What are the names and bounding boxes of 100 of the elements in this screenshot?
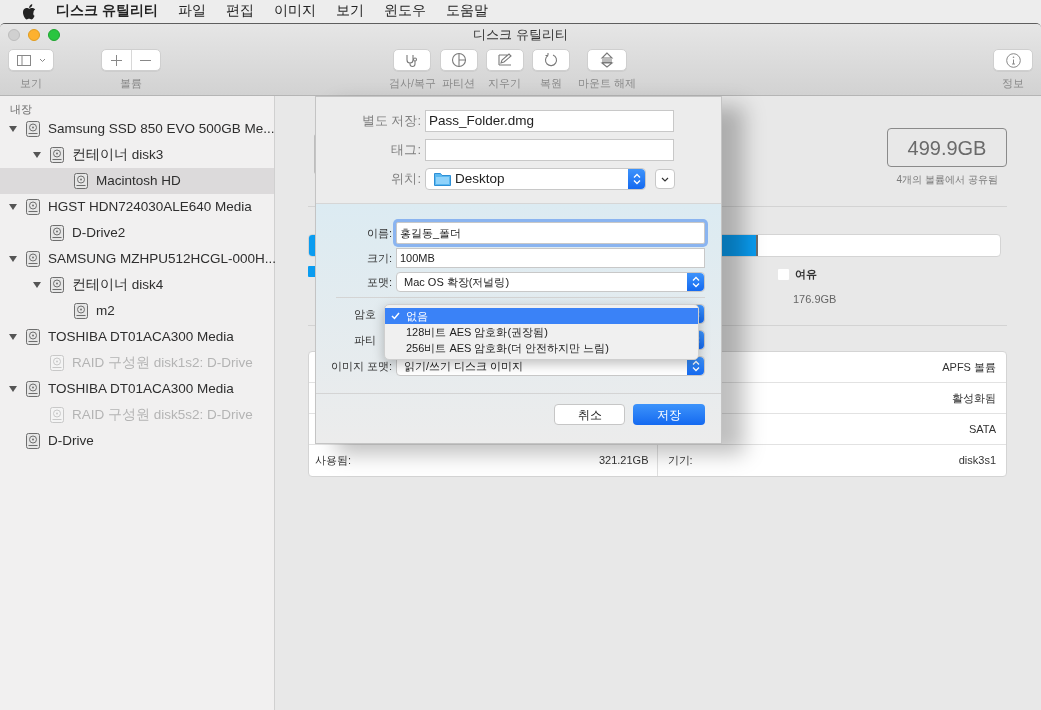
info-value: 활성화됨 (952, 390, 996, 406)
sidebar-section-title: 내장 (9, 102, 33, 116)
menu-item[interactable]: 이미지 (273, 1, 316, 22)
disclosure-triangle-icon[interactable] (8, 124, 18, 134)
field-label: 암호 (354, 306, 376, 322)
sidebar-item[interactable]: 컨테이너 disk3 (0, 142, 274, 168)
item-label: D-Drive2 (72, 223, 126, 242)
disclosure-triangle-icon[interactable] (8, 384, 18, 394)
info-label: 사용됨: (315, 453, 352, 469)
sidebar-item[interactable]: 컨테이너 disk4 (0, 272, 274, 298)
format-popup[interactable]: Mac OS 확장(저널링) (396, 272, 705, 292)
disclosure-triangle-icon[interactable] (8, 202, 18, 212)
window-title: 디스크 유틸리티 (473, 26, 568, 45)
field-label: 이름: (365, 225, 392, 241)
field-label: 태그: (390, 141, 421, 160)
info-value: disk3s1 (958, 453, 996, 469)
menu-item[interactable]: 윈도우 (383, 1, 426, 22)
size-field[interactable]: 100MB (396, 248, 705, 268)
menu-option[interactable]: 128비트 AES 암호화(권장됨) (385, 324, 698, 340)
toolbar-button[interactable] (393, 49, 432, 71)
disclosure-triangle-icon[interactable] (8, 254, 18, 264)
info-value: SATA (968, 421, 996, 437)
info-label: 기기: (667, 453, 693, 469)
item-label: RAID 구성원 disk5s2: D-Drive (72, 405, 253, 424)
item-label: SAMSUNG MZHPU512HCGL-000H... (48, 249, 277, 268)
popup-value: Mac OS 확장(저널링) (403, 274, 511, 290)
item-label: 컨테이너 disk3 (72, 145, 164, 164)
popup-value: 읽기/쓰기 디스크 이미지 (403, 358, 525, 374)
toolbar-label: 마운트 해제 (577, 76, 636, 91)
capacity-box: 499.9GB (887, 128, 1007, 167)
plus-icon (110, 54, 122, 66)
info-value: APFS 볼륨 (942, 359, 996, 375)
save-button[interactable]: 저장 (633, 404, 705, 425)
sidebar-item[interactable]: D-Drive (0, 428, 274, 454)
toolbar-label: 볼륨 (120, 76, 142, 91)
name-field[interactable]: 홍길동_폴더 (396, 222, 705, 244)
menu-item[interactable]: 파일 (177, 1, 206, 22)
chevron-down-icon (38, 57, 46, 63)
toolbar-button[interactable] (586, 49, 627, 71)
eject-icon (598, 52, 615, 68)
cancel-button[interactable]: 취소 (554, 404, 625, 425)
info-icon (1005, 52, 1021, 68)
sidebar-item[interactable]: D-Drive2 (0, 220, 274, 246)
item-label: m2 (96, 301, 115, 320)
menu-item[interactable]: 편집 (225, 1, 254, 22)
field-label: 포맷: (365, 274, 392, 290)
toolbar-label: 검사/복구 (389, 76, 436, 91)
toolbar-label: 복원 (539, 76, 562, 91)
menu-item[interactable]: 도움말 (445, 1, 488, 22)
app-menu[interactable]: 디스크 유틸리티 (56, 1, 158, 22)
menu-option[interactable]: 없음 (385, 308, 698, 324)
zoom-button[interactable] (48, 29, 60, 41)
toolbar-button[interactable] (485, 49, 524, 71)
sidebar-item[interactable]: HGST HDN724030ALE640 Media (0, 194, 274, 220)
item-label: RAID 구성원 disk1s2: D-Drive (72, 353, 253, 372)
field-label: 이미지 포맷: (330, 358, 392, 374)
toolbar-button[interactable] (531, 49, 570, 71)
sidebar-item[interactable]: SAMSUNG MZHPU512HCGL-000H... (0, 246, 274, 272)
restore-icon (542, 52, 559, 68)
field-label: 별도 저장: (360, 112, 421, 131)
toolbar-label: 정보 (1002, 76, 1024, 91)
field-label: 파티 (354, 332, 376, 348)
disclosure-triangle-icon[interactable] (8, 332, 18, 342)
toolbar-button[interactable] (439, 49, 478, 71)
item-label: TOSHIBA DT01ACA300 Media (48, 379, 234, 398)
toolbar-label: 파티션 (442, 76, 476, 91)
pie-icon (450, 52, 467, 68)
sidebar-item[interactable]: TOSHIBA DT01ACA300 Media (0, 324, 274, 350)
sidebar-item[interactable]: Samsung SSD 850 EVO 500GB Me... (0, 116, 274, 142)
expand-button[interactable] (655, 169, 675, 189)
item-label: HGST HDN724030ALE640 Media (48, 197, 252, 216)
sidebar-icon (16, 54, 31, 66)
folder-icon (434, 172, 451, 186)
item-label: 컨테이너 disk4 (72, 275, 164, 294)
text-field[interactable]: Pass_Folder.dmg (425, 110, 674, 132)
sidebar-item[interactable]: Macintosh HD (0, 168, 274, 194)
field-label: 크기: (365, 250, 392, 266)
text-field[interactable] (425, 139, 674, 161)
sidebar-item[interactable]: m2 (0, 298, 274, 324)
stepper-icon (687, 273, 704, 291)
sidebar-item[interactable]: TOSHIBA DT01ACA300 Media (0, 376, 274, 402)
disclosure-triangle-icon[interactable] (32, 150, 42, 160)
checkmark-icon (391, 312, 400, 320)
legend-value: 176.9GB (793, 291, 837, 307)
view-button[interactable] (8, 49, 54, 71)
menu-option[interactable]: 256비트 AES 암호화(더 안전하지만 느림) (385, 340, 698, 356)
pencil-note-icon (496, 52, 513, 68)
option-label: 128비트 AES 암호화(권장됨) (406, 324, 548, 340)
apple-logo-icon[interactable] (22, 3, 36, 20)
capacity-note: 4개의 볼륨에서 공유됨 (896, 173, 998, 187)
minimize-button[interactable] (28, 29, 40, 41)
info-value: 321.21GB (598, 453, 649, 469)
location-popup[interactable]: Desktop (425, 168, 646, 190)
disclosure-triangle-icon[interactable] (32, 280, 42, 290)
field-label: 위치: (390, 170, 421, 189)
info-button[interactable] (993, 49, 1033, 71)
chevron-down-icon (661, 176, 669, 182)
option-label: 256비트 AES 암호화(더 안전하지만 느림) (406, 340, 609, 356)
menu-item[interactable]: 보기 (335, 1, 364, 22)
toolbar-label: 보기 (20, 76, 42, 91)
